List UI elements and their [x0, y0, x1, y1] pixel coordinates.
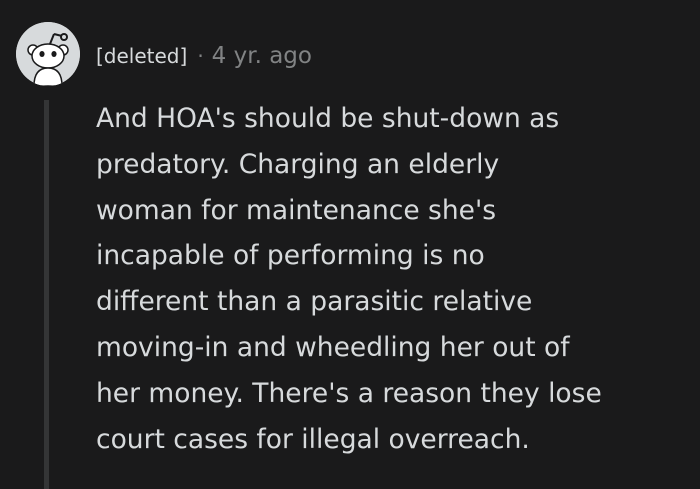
comment-body-line: moving-in and wheedling her out of	[96, 331, 570, 363]
thread-line[interactable]	[44, 100, 49, 489]
comment-body-line: court cases for illegal overreach.	[96, 423, 530, 455]
avatar[interactable]	[16, 22, 80, 86]
comment-body-line: different than a parasitic relative	[96, 286, 533, 318]
meta-separator: ·	[197, 44, 204, 68]
comment: [deleted] · 4 yr. ago And HOA's should b…	[0, 0, 700, 489]
comment-body: And HOA's should be shut-down as predato…	[96, 96, 686, 462]
comment-body-line: incapable of performing is no	[96, 240, 485, 272]
comment-body-line: And HOA's should be shut-down as	[96, 103, 560, 134]
comment-body-line: her money. There's a reason they lose	[96, 377, 602, 409]
comment-body-line: predatory. Charging an elderly	[96, 148, 500, 180]
timestamp[interactable]: 4 yr. ago	[212, 43, 312, 69]
reddit-snoo-avatar-icon	[16, 22, 80, 86]
author-name[interactable]: [deleted]	[96, 44, 187, 68]
comment-meta: [deleted] · 4 yr. ago	[96, 40, 312, 72]
comment-body-line: woman for maintenance she's	[96, 194, 497, 226]
